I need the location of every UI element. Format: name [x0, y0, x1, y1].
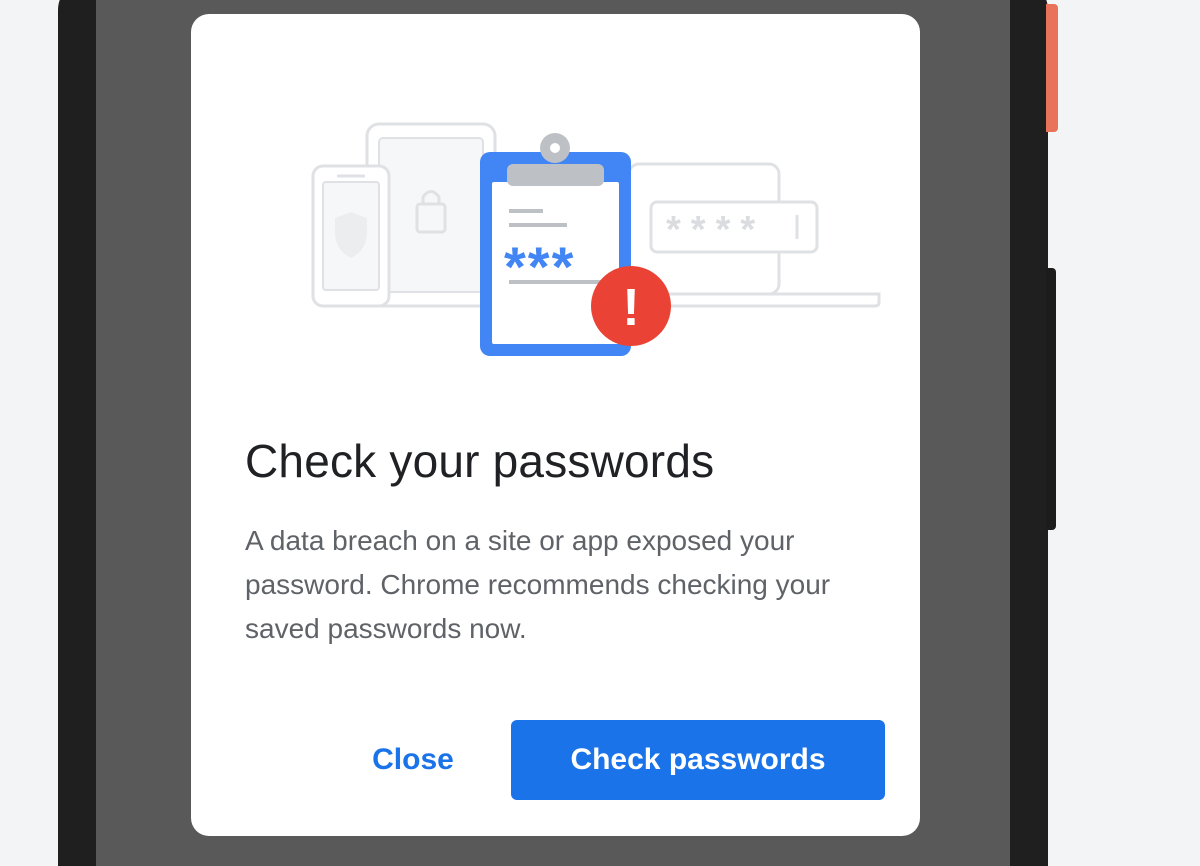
check-passwords-button[interactable]: Check passwords [511, 720, 885, 800]
dialog-title: Check your passwords [245, 435, 715, 487]
alert-glyph: ! [622, 279, 639, 337]
power-button [1046, 4, 1058, 132]
clipboard-password-mask: *** [504, 235, 575, 298]
page: **** *** ! Check your passwords A data b… [0, 0, 1200, 866]
alert-icon: ! [591, 266, 671, 346]
close-button[interactable]: Close [351, 720, 475, 800]
password-field-mask: **** [666, 209, 765, 251]
volume-button [1046, 268, 1056, 530]
password-field-icon: **** [649, 200, 819, 254]
password-check-dialog: **** *** ! Check your passwords A data b… [191, 14, 920, 836]
dialog-message: A data breach on a site or app exposed y… [245, 525, 831, 644]
password-breach-illustration: **** *** ! [311, 122, 881, 356]
